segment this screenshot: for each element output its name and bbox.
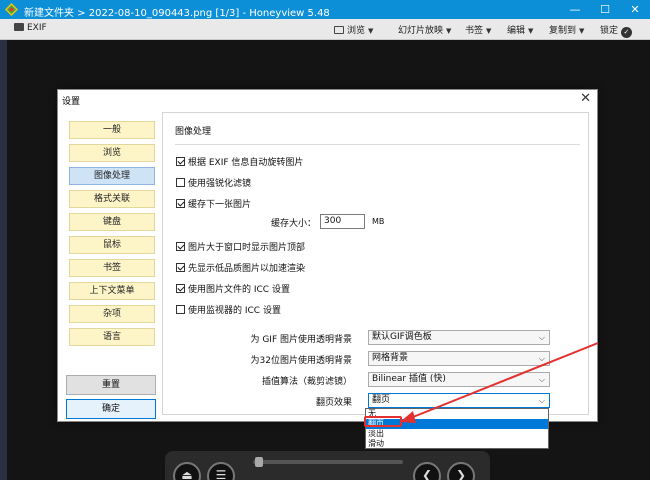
checkbox-show-top[interactable]: 图片大于窗口时显示图片顶部 (176, 240, 305, 253)
menu-icon[interactable]: ☰ (207, 462, 235, 480)
exif-label: EXIF (27, 23, 47, 33)
nav-browse[interactable]: 浏览 (69, 144, 155, 162)
exif-button[interactable]: EXIF (14, 23, 47, 33)
chevron-down-icon: ⌵ (538, 354, 545, 363)
window-title: 新建文件夹 > 2022-08-10_090443.png [1/3] - Ho… (24, 8, 330, 19)
next-icon[interactable]: ❯ (447, 462, 475, 480)
cache-size-input[interactable]: 300 (320, 214, 365, 229)
chevron-down-icon: ▼ (368, 27, 374, 35)
gif-bg-label: 为 GIF 图片使用透明背景 (250, 335, 352, 345)
checkbox-label: 使用监视器的 ICC 设置 (188, 306, 281, 316)
fullscreen-icon (334, 26, 344, 34)
page-slider-handle[interactable] (255, 457, 263, 467)
dropdown-option-slide[interactable]: 滑动 (366, 439, 548, 449)
settings-panel: 图像处理 根据 EXIF 信息自动旋转图片 使用强锐化滤镜 缓存下一张图片 缓存… (162, 112, 589, 415)
lock-label: 锁定 (600, 26, 619, 36)
edit-menu[interactable]: 编辑 ▼ (507, 23, 533, 36)
nav-image-processing[interactable]: 图像处理 (69, 167, 155, 185)
checkbox-label: 使用强锐化滤镜 (188, 179, 252, 189)
gif-bg-select[interactable]: 默认GIF调色板 ⌵ (368, 330, 550, 345)
camera-icon (14, 23, 24, 31)
checkbox-cache-next[interactable]: 缓存下一张图片 (176, 197, 251, 210)
window-titlebar: 新建文件夹 > 2022-08-10_090443.png [1/3] - Ho… (0, 0, 650, 19)
nav-general[interactable]: 一般 (69, 121, 155, 139)
eject-icon[interactable]: ⏏ (173, 462, 201, 480)
edit-label: 编辑 (507, 26, 526, 36)
checkbox-label: 根据 EXIF 信息自动旋转图片 (188, 158, 304, 168)
reset-button[interactable]: 重置 (66, 375, 156, 395)
checkbox-strong-sharpen[interactable]: 使用强锐化滤镜 (176, 176, 251, 189)
checkbox-box[interactable] (176, 263, 185, 272)
nav-keyboard[interactable]: 键盘 (69, 213, 155, 231)
png32-bg-label: 为32位图片使用透明背景 (250, 356, 352, 366)
lock-button[interactable]: 锁定 ✓ (600, 23, 632, 38)
browse-label: 浏览 (347, 26, 366, 36)
ok-button[interactable]: 确定 (66, 399, 156, 419)
nav-context-menu[interactable]: 上下文菜单 (69, 282, 155, 300)
chevron-down-icon: ▼ (446, 27, 452, 35)
chevron-down-icon: ▼ (528, 27, 534, 35)
bookmarks-label: 书签 (465, 26, 484, 36)
toolbar: EXIF 浏览 ▼ 幻灯片放映 ▼ 书签 ▼ 编辑 ▼ 复制到 ▼ 锁定 ✓ (0, 19, 650, 40)
dropdown-option-fade[interactable]: 淡出 (366, 429, 548, 439)
interpolation-value: Bilinear 插值 (快) (372, 374, 446, 384)
png32-bg-value: 网格背景 (372, 353, 409, 363)
page-effect-label: 翻页效果 (315, 398, 352, 408)
interpolation-select[interactable]: Bilinear 插值 (快) ⌵ (368, 372, 550, 387)
checkbox-box[interactable] (176, 284, 185, 293)
annotation-highlight-box (364, 416, 402, 427)
chevron-down-icon: ⌵ (538, 375, 545, 384)
bookmarks-menu[interactable]: 书签 ▼ (465, 23, 491, 36)
viewer-left-edge (0, 40, 7, 480)
copy-to-menu[interactable]: 复制到 ▼ (549, 23, 584, 36)
section-divider (175, 144, 580, 145)
chevron-down-icon: ▼ (579, 27, 585, 35)
chevron-down-icon: ▼ (486, 27, 492, 35)
checkbox-box[interactable] (176, 242, 185, 251)
page-effect-value: 翻页 (372, 395, 391, 405)
copy-to-label: 复制到 (549, 26, 577, 36)
nav-mouse[interactable]: 鼠标 (69, 236, 155, 254)
checkbox-box[interactable] (176, 305, 185, 314)
cache-size-unit: MB (372, 217, 385, 226)
dialog-close-icon[interactable]: ✕ (580, 91, 591, 106)
checkbox-box[interactable] (176, 157, 185, 166)
png32-bg-select[interactable]: 网格背景 ⌵ (368, 351, 550, 366)
checkbox-box[interactable] (176, 178, 185, 187)
maximize-button[interactable]: ☐ (590, 0, 620, 19)
page-slider-track[interactable] (253, 460, 403, 464)
checkbox-file-icc[interactable]: 使用图片文件的 ICC 设置 (176, 282, 290, 295)
chevron-down-icon: ⌵ (538, 396, 545, 405)
checkbox-label: 先显示低品质图片以加速渲染 (188, 264, 306, 274)
nav-file-association[interactable]: 格式关联 (69, 190, 155, 208)
checkbox-low-quality-first[interactable]: 先显示低品质图片以加速渲染 (176, 261, 305, 274)
checkbox-exif-rotate[interactable]: 根据 EXIF 信息自动旋转图片 (176, 155, 303, 168)
interpolation-label: 插值算法（裁剪滤镜） (261, 377, 352, 387)
dialog-title: 设置 (62, 97, 81, 107)
checkbox-box[interactable] (176, 199, 185, 208)
checkbox-label: 缓存下一张图片 (188, 200, 252, 210)
previous-icon[interactable]: ❮ (413, 462, 441, 480)
page-effect-select[interactable]: 翻页 ⌵ (368, 393, 550, 408)
playback-controls: ⏏ ☰ ❮ ❯ (165, 451, 490, 480)
checkbox-monitor-icc[interactable]: 使用监视器的 ICC 设置 (176, 303, 281, 316)
checkbox-label: 图片大于窗口时显示图片顶部 (188, 243, 306, 253)
honeyview-app-icon (5, 3, 18, 16)
nav-bookmarks[interactable]: 书签 (69, 259, 155, 277)
gif-bg-value: 默认GIF调色板 (372, 332, 432, 342)
slideshow-label: 幻灯片放映 (398, 26, 444, 36)
browse-menu[interactable]: 浏览 ▼ (334, 23, 373, 36)
section-title: 图像处理 (175, 127, 212, 137)
minimize-button[interactable]: — (560, 0, 590, 19)
cache-size-label: 缓存大小： (271, 219, 317, 229)
settings-dialog: 设置 ✕ 一般 浏览 图像处理 格式关联 键盘 鼠标 书签 上下文菜单 杂项 语… (57, 89, 598, 422)
close-window-button[interactable]: ✕ (620, 0, 650, 19)
page-effect-dropdown: 无 翻页 淡出 滑动 (365, 408, 549, 449)
check-circle-icon: ✓ (620, 27, 632, 38)
nav-misc[interactable]: 杂项 (69, 305, 155, 323)
checkbox-label: 使用图片文件的 ICC 设置 (188, 285, 290, 295)
slideshow-menu[interactable]: 幻灯片放映 ▼ (398, 23, 451, 36)
chevron-down-icon: ⌵ (538, 333, 545, 342)
nav-language[interactable]: 语言 (69, 328, 155, 346)
